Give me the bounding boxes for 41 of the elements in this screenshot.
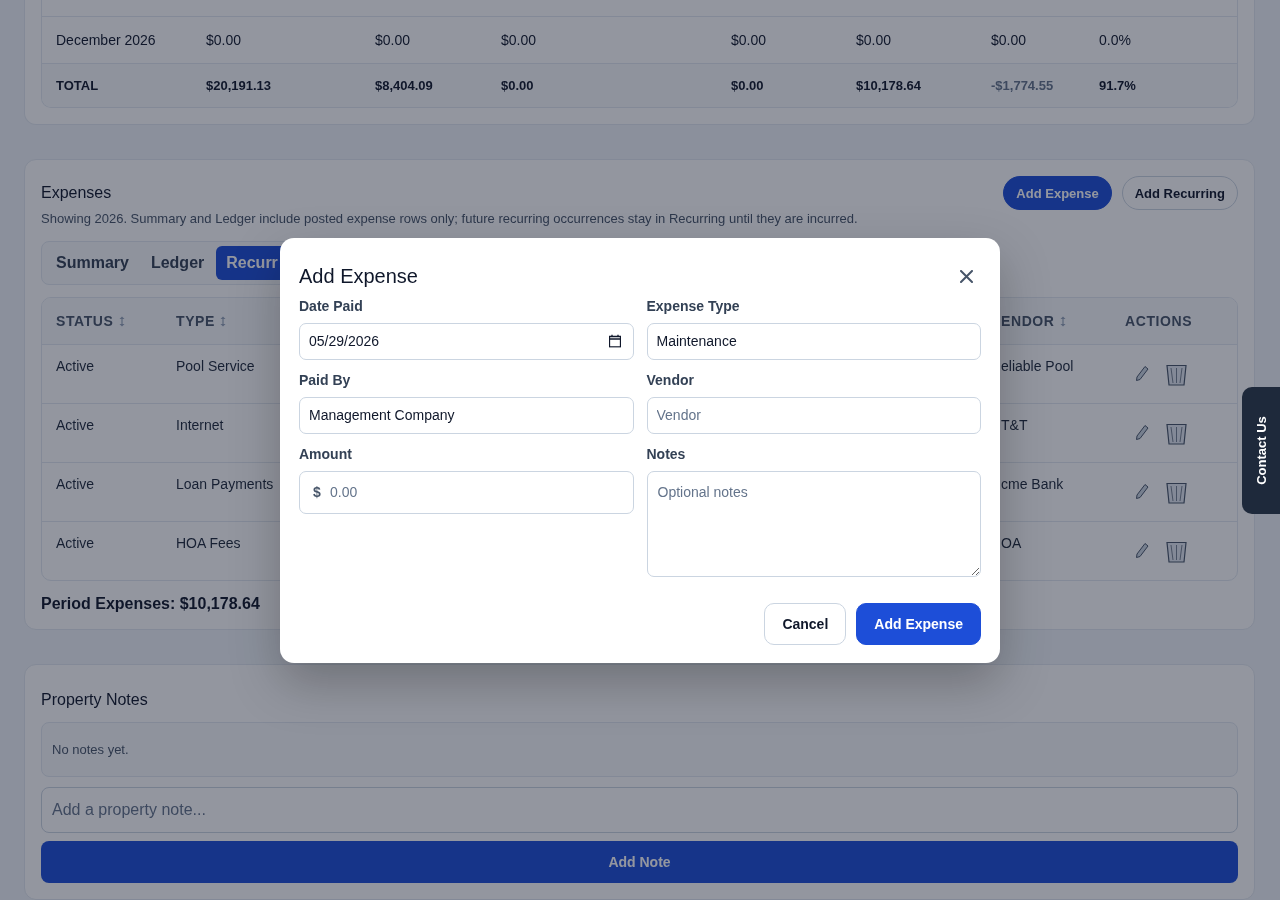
table-cell: eliable Pool [1001,358,1074,374]
field-label: Expense Type [646,297,741,314]
table-cell-text: $0.00 [501,78,535,93]
table-cell: Active [56,417,95,433]
table-cell: OA [1001,535,1022,551]
table-cell: Active [56,358,95,374]
table-cell-text: $0.00 [731,32,768,48]
table-cell-text: $10,178.64 [856,78,923,93]
table-cell: Loan Payments [176,476,274,492]
period-total: Period Expenses: $10,178.64 [41,595,261,613]
table-cell-text: $0.00 [991,32,1028,48]
table-cell-text: $0.00 [501,32,538,48]
table-cell: cme Bank [1001,476,1064,492]
field-label: Date Paid [299,297,364,314]
table-cell-text: 0.0% [1099,32,1132,48]
table-cell-text: December 2026 [56,32,157,48]
card-title: Property Notes [41,691,149,709]
table-cell-text: -$1,774.55 [991,78,1055,93]
table-cell: Internet [176,417,224,433]
table-cell-text: $20,191.13 [206,78,273,93]
field-label: Notes [646,445,687,462]
empty-notes-text: No notes yet. [41,722,1238,777]
field-label: Amount [299,445,353,462]
table-cell-text: $8,404.09 [375,78,434,93]
table-cell: Active [56,476,95,492]
table-cell-text: 91.7% [1099,78,1137,93]
field-label: Paid By [299,371,352,388]
info-text: Showing 2026. Summary and Ledger include posted expense rows only; future recurring occurrences stay in Recurring until they are incurred. [41,211,859,226]
table-cell-text: $0.00 [206,32,243,48]
card-title: Expenses [41,184,112,202]
field-label: Vendor [646,371,695,388]
currency-symbol: $ [313,484,321,500]
table-cell: Active [56,535,95,551]
table-cell-text: $0.00 [731,78,765,93]
dialog-title: Add Expense [299,265,418,288]
table-cell-text: TOTAL [56,78,100,93]
table-cell: T&T [1001,417,1028,433]
table-cell-text: $0.00 [375,32,412,48]
table-cell: HOA Fees [176,535,241,551]
table-cell: Pool Service [176,358,255,374]
table-cell-text: $0.00 [856,32,893,48]
